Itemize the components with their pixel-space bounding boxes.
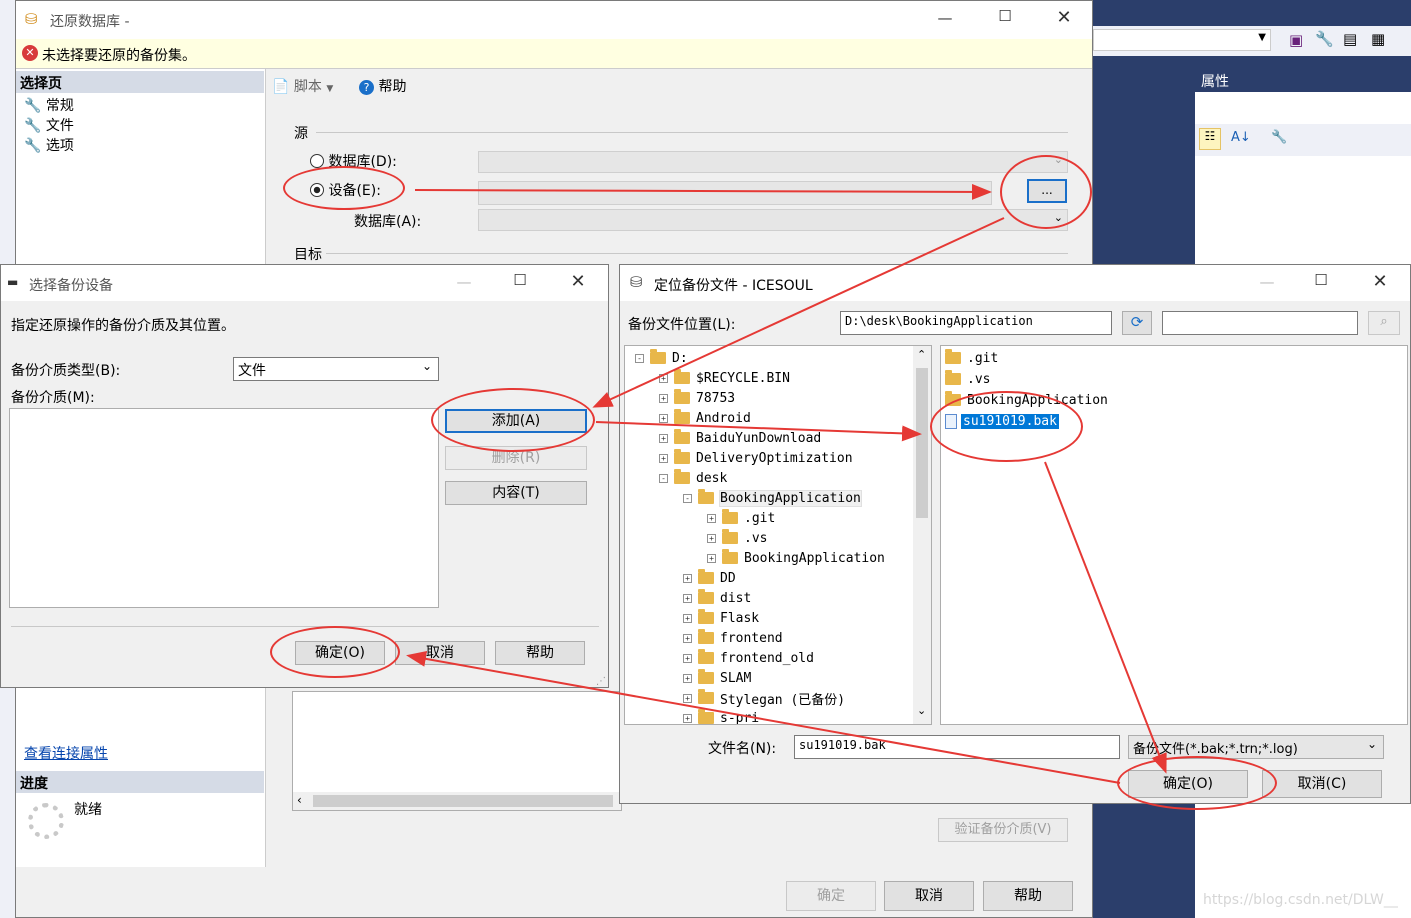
arrow-device-to-browse (414, 183, 992, 200)
arrow-add-to-file (595, 421, 922, 442)
arrow-file-to-ok (1044, 461, 1167, 774)
annotation-arrows (406, 183, 1167, 784)
arrow-ok-to-select-ok (406, 650, 1121, 784)
arrow-browse-to-add (592, 217, 1005, 408)
